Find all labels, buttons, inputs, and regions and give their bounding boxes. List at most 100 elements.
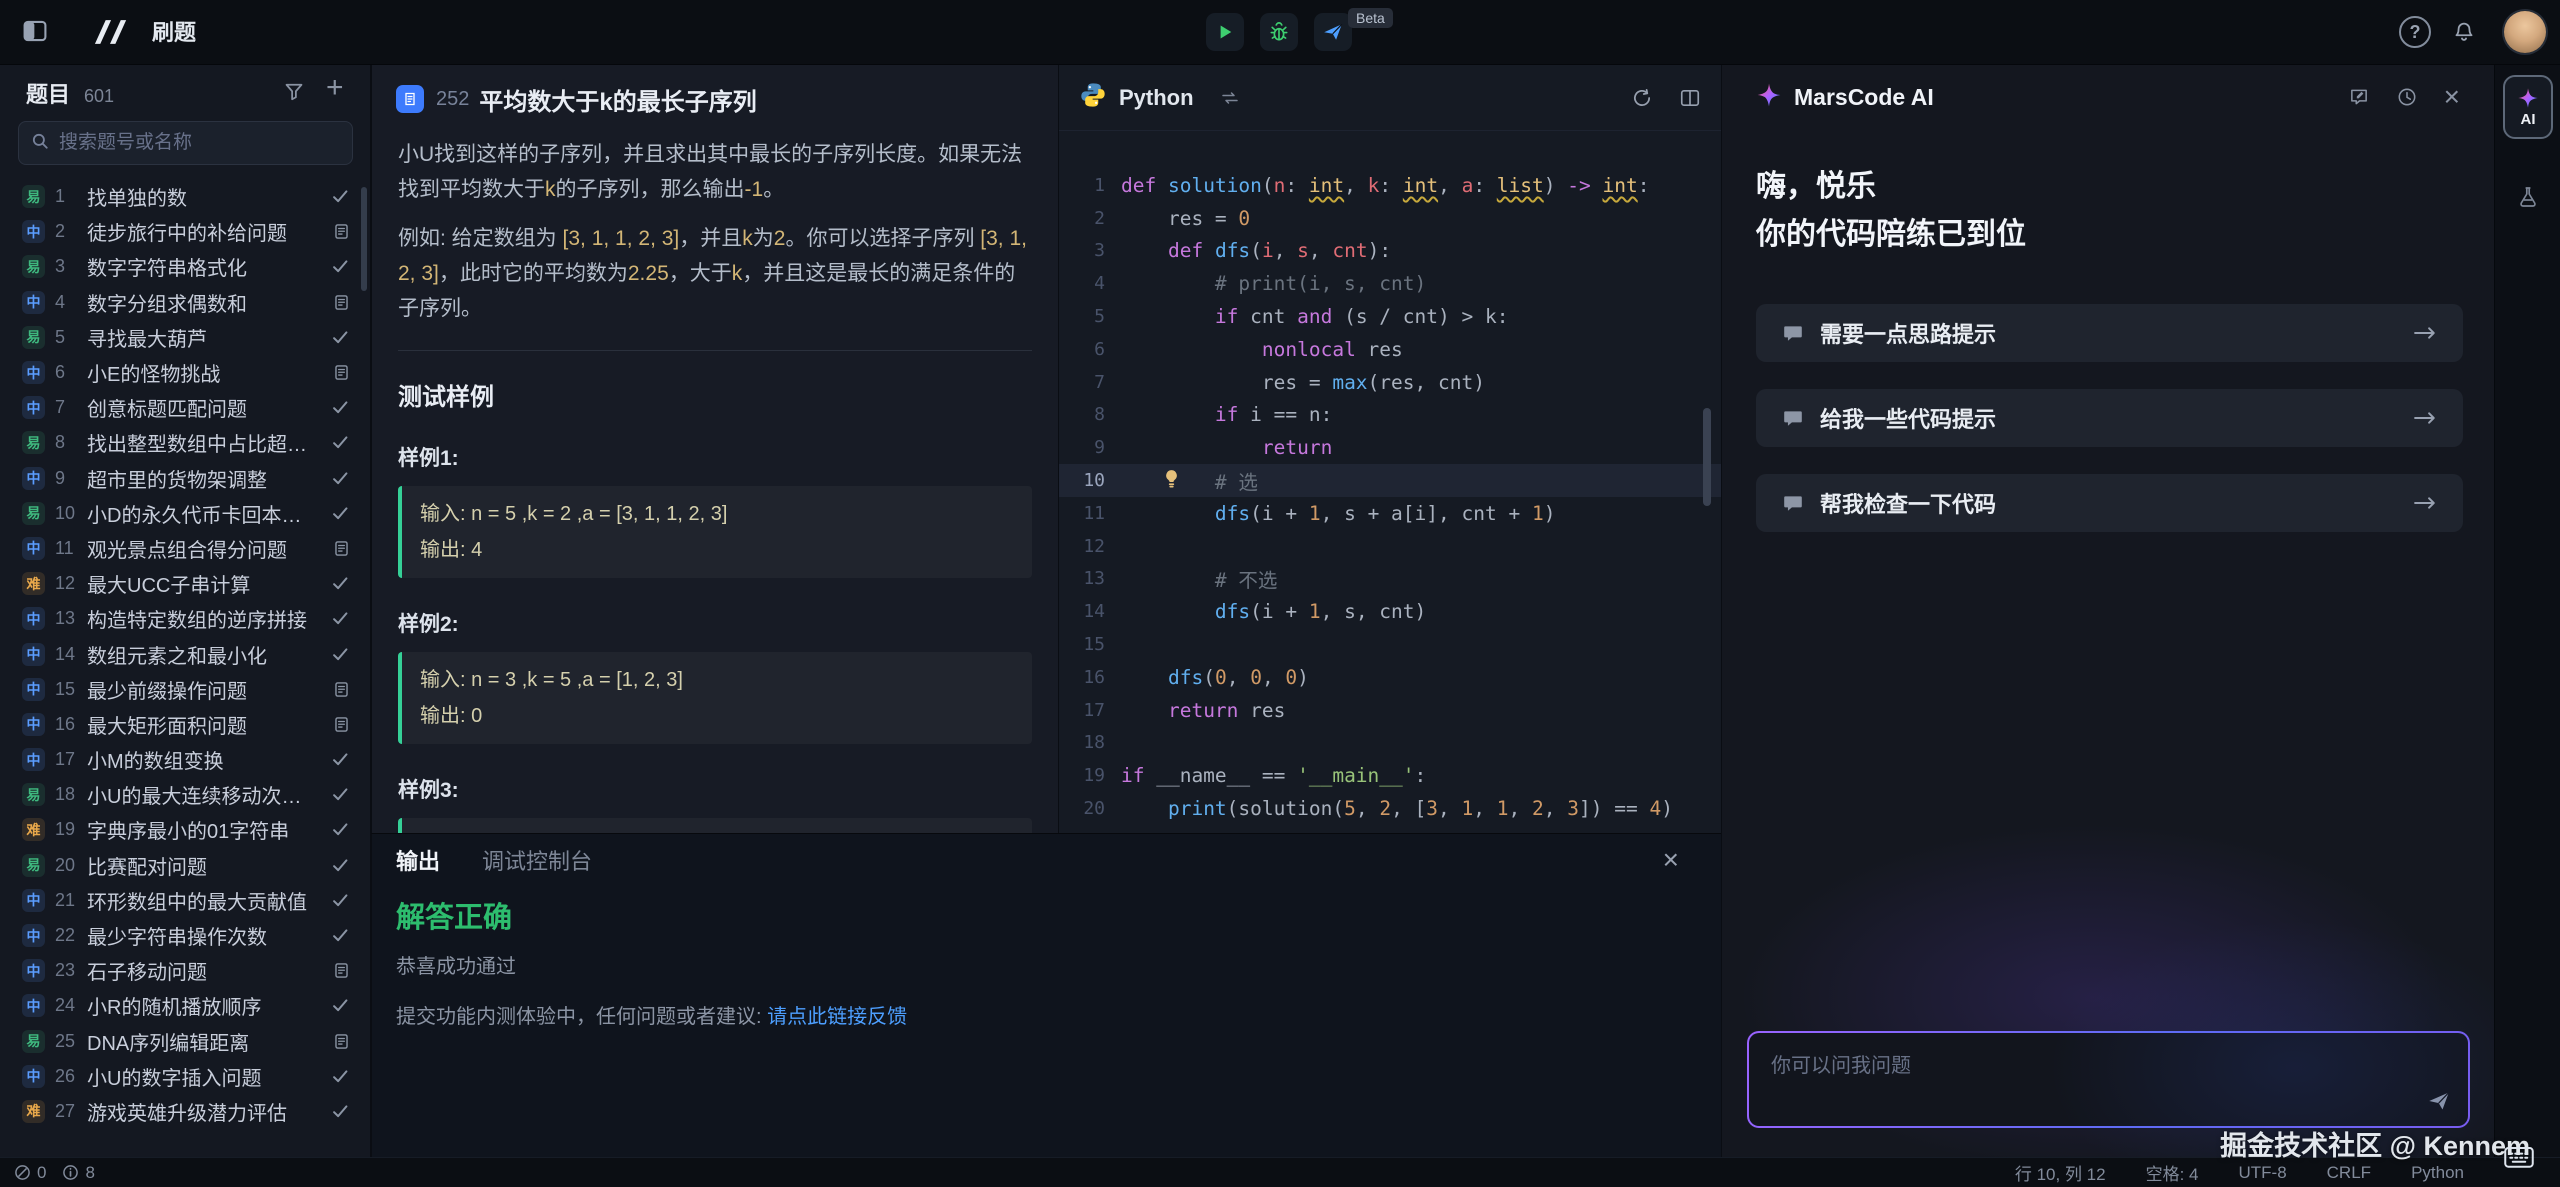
- cursor-position[interactable]: 行 10, 列 12: [2015, 1160, 2106, 1185]
- search-box[interactable]: [18, 121, 353, 165]
- tab-output[interactable]: 输出: [396, 844, 440, 876]
- lightbulb-icon[interactable]: [1161, 468, 1182, 493]
- history-icon[interactable]: [2396, 86, 2418, 108]
- code-line[interactable]: 8 if i == n:: [1059, 399, 1721, 432]
- reset-code-icon[interactable]: [1631, 87, 1653, 109]
- code-line[interactable]: 16 dfs(0, 0, 0): [1059, 661, 1721, 694]
- close-output-icon[interactable]: ×: [1663, 846, 1679, 874]
- problem-list-item[interactable]: 易25DNA序列编辑距离: [0, 1024, 370, 1059]
- code-line[interactable]: 13 # 不选: [1059, 563, 1721, 596]
- language-mode[interactable]: Python: [2411, 1163, 2464, 1183]
- text-token: ,: [1227, 666, 1250, 689]
- problem-list-item[interactable]: 难27游戏英雄升级潜力评估: [0, 1094, 370, 1129]
- check-icon: [331, 1102, 350, 1121]
- code-line[interactable]: 9 return: [1059, 431, 1721, 464]
- suggestion-card[interactable]: 给我一些代码提示: [1756, 389, 2463, 447]
- code-line[interactable]: 4 # print(i, s, cnt): [1059, 267, 1721, 300]
- sidebar-scrollbar[interactable]: [361, 187, 367, 291]
- problem-icon: [396, 85, 424, 113]
- feedback-link[interactable]: 请点此链接反馈: [767, 1006, 907, 1028]
- problem-list-item[interactable]: 易20比赛配对问题: [0, 848, 370, 883]
- problem-list-item[interactable]: 中13构造特定数组的逆序拼接: [0, 601, 370, 636]
- ai-toolbar-button[interactable]: AI: [2503, 75, 2553, 139]
- code-line[interactable]: 10 # 选: [1059, 464, 1721, 497]
- suggestion-card[interactable]: 需要一点思路提示: [1756, 304, 2463, 362]
- problem-body[interactable]: 小U找到这样的子序列，并且求出其中最长的子序列长度。如果无法找到平均数大于k的子…: [372, 133, 1058, 833]
- problem-list-item[interactable]: 易8找出整型数组中占比超过...: [0, 425, 370, 460]
- problem-list-item[interactable]: 中11观光景点组合得分问题: [0, 531, 370, 566]
- problem-list-item[interactable]: 难19字典序最小的01字符串: [0, 812, 370, 847]
- filter-icon[interactable]: [284, 81, 304, 106]
- code-line[interactable]: 11 dfs(i + 1, s + a[i], cnt + 1): [1059, 497, 1721, 530]
- code-line[interactable]: 17 return res: [1059, 694, 1721, 727]
- tab-debug-console[interactable]: 调试控制台: [482, 844, 592, 876]
- problem-list-item[interactable]: 中23石子移动问题: [0, 953, 370, 988]
- code-line[interactable]: 7 res = max(res, cnt): [1059, 366, 1721, 399]
- indent-setting[interactable]: 空格: 4: [2146, 1160, 2199, 1185]
- problem-list-item[interactable]: 中26小U的数字插入问题: [0, 1059, 370, 1094]
- problem-list-item[interactable]: 中14数组元素之和最小化: [0, 636, 370, 671]
- code-line[interactable]: 3 def dfs(i, s, cnt):: [1059, 235, 1721, 268]
- info-indicator[interactable]: 8: [62, 1163, 94, 1183]
- problem-list-item[interactable]: 易1找单独的数: [0, 179, 370, 214]
- chat-bubble-icon: [1782, 492, 1804, 514]
- problem-list-item[interactable]: 中15最少前缀操作问题: [0, 672, 370, 707]
- code-line[interactable]: 5 if cnt and (s / cnt) > k:: [1059, 300, 1721, 333]
- problem-list-item[interactable]: 易5寻找最大葫芦: [0, 320, 370, 355]
- problem-list-item[interactable]: 中22最少字符串操作次数: [0, 918, 370, 953]
- code-line[interactable]: 14 dfs(i + 1, s, cnt): [1059, 595, 1721, 628]
- notifications-bell-icon[interactable]: [2452, 20, 2476, 49]
- help-icon[interactable]: ?: [2399, 16, 2431, 48]
- language-label[interactable]: Python: [1119, 85, 1194, 111]
- problem-list-item[interactable]: 中7创意标题匹配问题: [0, 390, 370, 425]
- problem-number: 13: [55, 608, 87, 629]
- code-line[interactable]: 2 res = 0: [1059, 202, 1721, 235]
- code-line[interactable]: 19if __name__ == '__main__':: [1059, 759, 1721, 792]
- code-line[interactable]: 12: [1059, 530, 1721, 563]
- sidebar-toggle-icon[interactable]: [22, 18, 48, 49]
- problem-list-item[interactable]: 中9超市里的货物架调整: [0, 461, 370, 496]
- problem-list-item[interactable]: 中2徒步旅行中的补给问题: [0, 214, 370, 249]
- problem-list: 易1找单独的数中2徒步旅行中的补给问题易3数字字符串格式化中4数字分组求偶数和易…: [0, 179, 370, 1157]
- line-ending[interactable]: CRLF: [2327, 1163, 2371, 1183]
- app-logo-icon[interactable]: [88, 18, 132, 51]
- editor-panel: Python 1def solution(n: int, k: int, a: …: [1058, 65, 1721, 833]
- problem-list-item[interactable]: 易3数字字符串格式化: [0, 249, 370, 284]
- problem-list-item[interactable]: 中6小E的怪物挑战: [0, 355, 370, 390]
- editor-lines[interactable]: 1def solution(n: int, k: int, a: list) -…: [1059, 131, 1721, 833]
- suggestion-card[interactable]: 帮我检查一下代码: [1756, 474, 2463, 532]
- problem-list-item[interactable]: 难12最大UCC子串计算: [0, 566, 370, 601]
- problem-list-item[interactable]: 易10小D的永久代币卡回本计划: [0, 496, 370, 531]
- keyboard-icon[interactable]: [2504, 1146, 2534, 1175]
- encoding[interactable]: UTF-8: [2238, 1163, 2286, 1183]
- code-line[interactable]: 15: [1059, 628, 1721, 661]
- editor-scrollbar[interactable]: [1703, 408, 1711, 506]
- add-problem-icon[interactable]: +: [326, 71, 344, 105]
- code-line[interactable]: 1def solution(n: int, k: int, a: list) -…: [1059, 169, 1721, 202]
- problem-list-item[interactable]: 中17小M的数组变换: [0, 742, 370, 777]
- split-editor-icon[interactable]: [1679, 87, 1701, 109]
- search-input[interactable]: [59, 132, 340, 154]
- problem-title: 环形数组中的最大贡献值: [87, 886, 307, 915]
- code-line[interactable]: 6 nonlocal res: [1059, 333, 1721, 366]
- close-ai-panel-icon[interactable]: ×: [2444, 83, 2460, 111]
- problem-list-item[interactable]: 中24小R的随机播放顺序: [0, 988, 370, 1023]
- problem-list-item[interactable]: 中4数字分组求偶数和: [0, 285, 370, 320]
- user-avatar[interactable]: [2504, 11, 2546, 53]
- problem-list-item[interactable]: 中21环形数组中的最大贡献值: [0, 883, 370, 918]
- debug-button[interactable]: [1260, 13, 1298, 51]
- run-button[interactable]: [1206, 13, 1244, 51]
- new-chat-icon[interactable]: [2348, 86, 2370, 108]
- send-icon[interactable]: [2426, 1088, 2452, 1114]
- text-token: [1121, 403, 1215, 426]
- flask-icon[interactable]: [2495, 185, 2560, 209]
- problem-number: 19: [55, 819, 87, 840]
- problem-list-item[interactable]: 易18小U的最大连续移动次数...: [0, 777, 370, 812]
- switch-language-icon[interactable]: [1220, 91, 1240, 105]
- error-indicator[interactable]: 0: [14, 1163, 46, 1183]
- code-line[interactable]: 18: [1059, 727, 1721, 760]
- submit-button[interactable]: [1314, 13, 1352, 51]
- ai-question-input[interactable]: [1749, 1033, 2468, 1126]
- problem-list-item[interactable]: 中16最大矩形面积问题: [0, 707, 370, 742]
- code-line[interactable]: 20 print(solution(5, 2, [3, 1, 1, 2, 3])…: [1059, 792, 1721, 825]
